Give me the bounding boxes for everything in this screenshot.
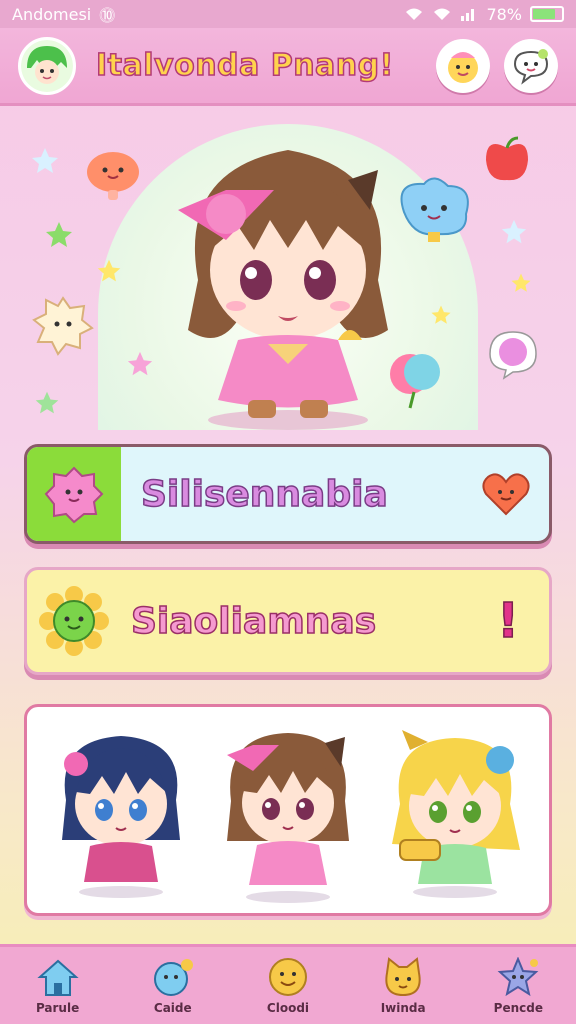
star-icon bbox=[127, 351, 153, 376]
star-icon bbox=[501, 219, 527, 244]
card-icon-area bbox=[27, 585, 121, 657]
wifi-icon-2 bbox=[434, 8, 451, 20]
notification-icon: ⓾ bbox=[99, 6, 116, 25]
apple-sticker-icon bbox=[486, 136, 528, 181]
hero-section bbox=[0, 110, 576, 430]
battery-percent: 78% bbox=[486, 4, 522, 24]
nav-label: Parule bbox=[35, 1000, 80, 1015]
card-icon-area bbox=[27, 447, 121, 541]
star-icon bbox=[35, 391, 59, 414]
nav-item-pencde[interactable]: Pencde bbox=[468, 956, 568, 1015]
character-selection-panel bbox=[24, 704, 552, 916]
balloon-sticker-icon bbox=[390, 354, 440, 409]
nav-label: Caide bbox=[153, 1000, 192, 1015]
star-icon bbox=[511, 273, 531, 292]
star-icon bbox=[431, 305, 451, 324]
green-hair-avatar-icon bbox=[21, 39, 73, 92]
character-navy-hair[interactable] bbox=[46, 720, 196, 900]
cat-face-icon bbox=[385, 956, 421, 996]
star-icon bbox=[97, 259, 121, 282]
pink-pet-icon bbox=[44, 466, 104, 524]
nav-item-parule[interactable]: Parule bbox=[8, 957, 108, 1015]
app-header: Italvonda Pnang! bbox=[0, 28, 576, 106]
character-menu-button[interactable] bbox=[436, 38, 490, 93]
heart-icon bbox=[482, 473, 530, 516]
wifi-icon bbox=[406, 8, 423, 20]
star-icon bbox=[46, 222, 72, 247]
character-blonde-hair[interactable] bbox=[380, 720, 530, 900]
house-icon bbox=[36, 959, 79, 996]
nav-label: Iwinda bbox=[380, 1000, 426, 1015]
nav-label: Pencde bbox=[493, 1000, 543, 1015]
smiley-icon bbox=[268, 957, 307, 996]
star-creature-icon bbox=[497, 956, 539, 996]
avatar[interactable] bbox=[18, 36, 76, 95]
yellow-character-icon bbox=[448, 51, 478, 83]
blue-pet-sticker-icon bbox=[400, 177, 469, 242]
signal-icon bbox=[461, 9, 475, 21]
cream-pet-sticker-icon bbox=[32, 296, 94, 356]
nav-item-cloodi[interactable]: Cloodi bbox=[238, 957, 338, 1015]
battery-icon bbox=[530, 6, 564, 22]
nav-item-caide[interactable]: Caide bbox=[123, 957, 223, 1015]
alert-icon[interactable]: ! bbox=[496, 592, 519, 650]
sunflower-icon bbox=[39, 586, 109, 656]
character-brown-hair[interactable] bbox=[213, 715, 363, 905]
menu-card-silisennabia[interactable]: Silisennabia bbox=[24, 444, 552, 544]
star-icon bbox=[32, 148, 58, 173]
status-bar: Andomesi ⓾ 78% bbox=[0, 0, 576, 28]
favorite-button[interactable] bbox=[475, 463, 537, 525]
chat-button[interactable] bbox=[504, 38, 558, 93]
carrier-name: Andomesi bbox=[12, 4, 92, 24]
app-title: Italvonda Pnang! bbox=[95, 47, 394, 84]
orange-pet-sticker-icon bbox=[87, 152, 139, 200]
card-title: Silisennabia bbox=[140, 473, 388, 516]
menu-card-siaoliamnas[interactable]: Siaoliamnas ! bbox=[24, 567, 552, 675]
card-title: Siaoliamnas bbox=[130, 600, 377, 643]
candy-bubble-sticker-icon bbox=[489, 331, 537, 380]
chat-bubble-icon bbox=[513, 48, 549, 85]
bottom-navigation: Parule Caide Cloodi Iwinda Pencde bbox=[0, 944, 576, 1024]
nav-item-iwinda[interactable]: Iwinda bbox=[353, 956, 453, 1015]
nav-label: Cloodi bbox=[266, 1000, 310, 1015]
blue-pet-icon bbox=[153, 958, 193, 996]
